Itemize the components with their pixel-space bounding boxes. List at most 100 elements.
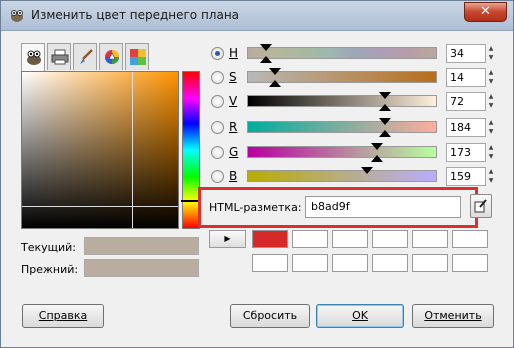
tab-cmyk-selector[interactable] [47,43,71,70]
tab-gimp-selector[interactable] [21,43,45,72]
eyedropper-icon [474,199,487,213]
spin-h[interactable]: 34 [446,44,486,63]
slider-s[interactable] [247,68,437,87]
history-swatch[interactable] [412,230,448,248]
slider-v[interactable] [247,92,437,111]
tab-watercolor-selector[interactable] [73,43,97,70]
spin-down-icon[interactable]: ▼ [486,53,496,62]
brush-icon [80,49,93,64]
slider-row-v: V 72 ▲ ▼ [209,92,499,112]
spin-h-arrows[interactable]: ▲ ▼ [486,44,496,63]
slider-g-thumb-bottom [371,155,383,162]
spin-up-icon[interactable]: ▲ [486,92,496,101]
slider-v-thumb[interactable] [379,92,391,99]
slider-row-h: H 34 ▲ ▼ [209,44,499,64]
radio-v[interactable] [211,95,224,108]
window-title: Изменить цвет переднего плана [31,8,240,22]
color-wheel-icon [105,50,119,64]
history-swatch[interactable] [332,254,368,272]
history-swatch[interactable] [252,230,288,248]
history-swatch[interactable] [332,230,368,248]
slider-row-b: B 159 ▲ ▼ [209,167,499,187]
spin-down-icon[interactable]: ▼ [486,152,496,161]
reset-button[interactable]: Сбросить [230,304,310,328]
spin-g-arrows[interactable]: ▲ ▼ [486,143,496,162]
spin-r[interactable]: 184 [446,118,486,137]
close-button[interactable]: ✕ [464,2,507,22]
add-to-history-button[interactable]: ▶ [209,230,246,248]
current-label: Текущий: [21,241,77,254]
spin-up-icon[interactable]: ▲ [486,44,496,53]
slider-h-thumb[interactable] [260,44,272,51]
slider-g-thumb[interactable] [371,143,383,150]
ok-button-label: OK [352,309,368,322]
spin-s-arrows[interactable]: ▲ ▼ [486,68,496,87]
slider-h-thumb-bottom [260,56,272,63]
printer-icon [51,49,69,65]
slider-v-thumb-bottom [379,104,391,111]
slider-label-v: V [229,94,238,108]
spin-down-icon[interactable]: ▼ [486,77,496,86]
spin-up-icon[interactable]: ▲ [486,167,496,176]
history-swatch[interactable] [292,230,328,248]
spin-v[interactable]: 72 [446,92,486,111]
history-swatch[interactable] [292,254,328,272]
tab-palette-selector[interactable] [125,43,149,70]
spin-up-icon[interactable]: ▲ [486,118,496,127]
history-swatch[interactable] [452,230,488,248]
slider-r[interactable] [247,118,437,137]
cancel-button-label: Отменить [424,309,482,322]
slider-b[interactable] [247,167,437,182]
tab-wheel-selector[interactable] [99,43,123,70]
sv-crosshair-vertical [132,72,133,228]
history-swatch[interactable] [412,254,448,272]
saturation-value-area[interactable] [21,71,179,229]
slider-h[interactable] [247,44,437,63]
slider-b-thumb[interactable] [361,167,373,174]
spin-s[interactable]: 14 [446,68,486,87]
hex-input[interactable]: b8ad9f [305,196,461,218]
previous-swatch [84,259,199,277]
gimp-wilber-icon [27,50,41,65]
spin-g[interactable]: 173 [446,143,486,162]
slider-g[interactable] [247,143,437,162]
title-bar: Изменить цвет переднего плана ✕ [1,1,513,31]
slider-row-g: G 173 ▲ ▼ [209,143,499,163]
help-button[interactable]: Справка [22,304,104,328]
slider-r-thumb[interactable] [379,118,391,125]
gimp-app-icon [9,7,25,23]
sv-crosshair-horizontal [22,206,178,207]
history-swatch[interactable] [452,254,488,272]
spin-v-arrows[interactable]: ▲ ▼ [486,92,496,111]
spin-down-icon[interactable]: ▼ [486,127,496,136]
spin-b[interactable]: 159 [446,167,486,186]
close-icon: ✕ [480,4,491,19]
reset-button-label: Сбросить [242,309,298,322]
spin-down-icon[interactable]: ▼ [486,101,496,110]
radio-g[interactable] [211,146,224,159]
radio-h[interactable] [211,47,224,60]
spin-up-icon[interactable]: ▲ [486,143,496,152]
cancel-button[interactable]: Отменить [412,304,494,328]
ok-button[interactable]: OK [316,304,404,328]
radio-r[interactable] [211,121,224,134]
history-swatch[interactable] [372,230,408,248]
history-swatch[interactable] [252,254,288,272]
slider-label-h: H [229,46,239,60]
spin-b-arrows[interactable]: ▲ ▼ [486,167,496,186]
current-swatch [84,237,199,255]
slider-s-thumb-bottom [269,80,281,87]
radio-s[interactable] [211,71,224,84]
slider-label-r: R [229,120,238,134]
slider-s-thumb[interactable] [269,68,281,75]
radio-b[interactable] [211,170,224,183]
history-swatch[interactable] [372,254,408,272]
color-dialog: Изменить цвет переднего плана ✕ H 34 ▲ ▼… [0,0,514,348]
color-picker-button[interactable] [470,194,492,218]
spin-up-icon[interactable]: ▲ [486,68,496,77]
previous-label: Прежний: [21,263,79,276]
spin-r-arrows[interactable]: ▲ ▼ [486,118,496,137]
spin-down-icon[interactable]: ▼ [486,176,496,185]
slider-label-s: S [229,70,237,84]
help-button-label: Справка [38,309,88,322]
